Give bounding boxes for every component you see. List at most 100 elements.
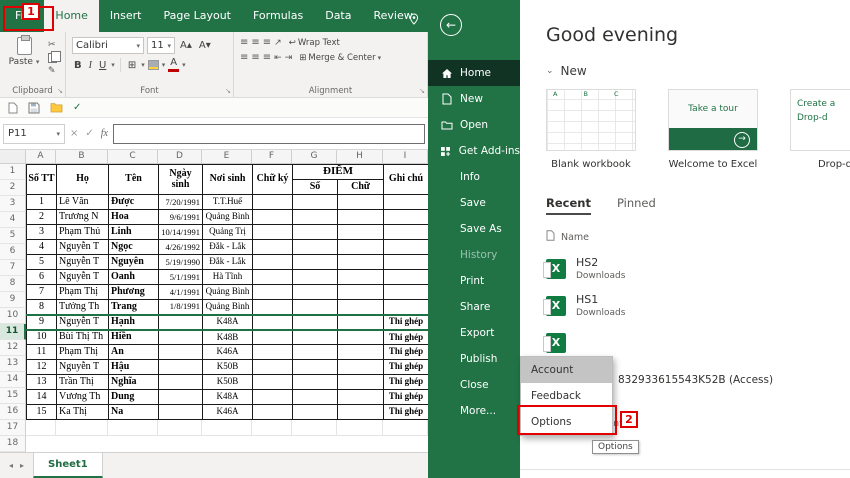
cell[interactable]: 2	[27, 210, 57, 225]
cell[interactable]	[337, 420, 383, 436]
cell[interactable]: Ngọc	[109, 240, 159, 255]
cell[interactable]: 1/8/1991	[159, 300, 203, 315]
backstage-nav-history[interactable]: History	[428, 242, 520, 268]
cell[interactable]: Hiền	[109, 330, 159, 345]
font-name-select[interactable]: Calibri▾	[72, 37, 144, 54]
cell[interactable]: Thi ghép	[384, 315, 428, 330]
cell[interactable]: Na	[109, 405, 159, 420]
cell[interactable]	[338, 225, 384, 240]
chevron-down-icon[interactable]: ▾	[111, 61, 115, 69]
cell[interactable]: 7/20/1991	[159, 195, 203, 210]
column-header-I[interactable]: I	[383, 150, 428, 163]
cell[interactable]: 3	[27, 225, 57, 240]
cell[interactable]: Oanh	[109, 270, 159, 285]
bold-button[interactable]: B	[72, 60, 84, 71]
cut-icon[interactable]: ✂	[48, 40, 57, 50]
align-middle-icon[interactable]: ≡	[251, 37, 259, 48]
cell[interactable]: Nguyễn T	[57, 360, 109, 375]
cell[interactable]: Hà Tĩnh	[203, 270, 253, 285]
sheet-tab-sheet1[interactable]: Sheet1	[33, 453, 103, 478]
row-header-13[interactable]: 13	[0, 356, 26, 372]
align-top-icon[interactable]: ≡	[240, 37, 248, 48]
row-header-12[interactable]: 12	[0, 340, 26, 356]
cell[interactable]	[384, 240, 428, 255]
cell[interactable]	[384, 210, 428, 225]
column-header-E[interactable]: E	[202, 150, 252, 163]
cell[interactable]: Nguyễn T	[57, 315, 109, 330]
cell[interactable]: 8	[27, 300, 57, 315]
chevron-down-icon[interactable]: ▾	[141, 61, 145, 69]
cell[interactable]: Thi ghép	[384, 360, 428, 375]
cell[interactable]: Hoa	[109, 210, 159, 225]
cell[interactable]: Hậu	[109, 360, 159, 375]
cell[interactable]	[253, 210, 293, 225]
cell[interactable]	[384, 195, 428, 210]
cell[interactable]: Nguyễn T	[57, 270, 109, 285]
cell[interactable]: 10/14/1991	[159, 225, 203, 240]
cell[interactable]: Dung	[109, 390, 159, 405]
cell[interactable]	[338, 285, 384, 300]
cell[interactable]	[159, 405, 203, 420]
row-header-5[interactable]: 5	[0, 228, 26, 244]
formula-input[interactable]	[113, 124, 425, 144]
cell[interactable]: Đắk - Lắk	[203, 255, 253, 270]
cell[interactable]: Lê Văn	[57, 195, 109, 210]
cell[interactable]	[159, 360, 203, 375]
cell[interactable]	[253, 360, 293, 375]
cell[interactable]: Thi ghép	[384, 390, 428, 405]
row-header-10[interactable]: 10	[0, 308, 26, 324]
cell[interactable]: K46A	[203, 345, 253, 360]
cell[interactable]	[56, 420, 108, 436]
cell[interactable]	[338, 270, 384, 285]
template-card-blank-workbook[interactable]: A B CBlank workbook	[546, 89, 636, 170]
cell[interactable]	[338, 195, 384, 210]
chevron-down-icon[interactable]: ▾	[182, 61, 186, 69]
cell[interactable]: Thi ghép	[384, 330, 428, 345]
row-header-2[interactable]: 2	[0, 180, 26, 196]
tab-page-layout[interactable]: Page Layout	[152, 0, 242, 32]
tab-formulas[interactable]: Formulas	[242, 0, 314, 32]
cell[interactable]	[108, 420, 158, 436]
orientation-icon[interactable]: ↗	[274, 38, 282, 48]
cell[interactable]: Nguyễn T	[57, 255, 109, 270]
cell[interactable]	[338, 255, 384, 270]
cell[interactable]	[253, 270, 293, 285]
new-section-header[interactable]: ⌄ New	[546, 64, 850, 78]
cell[interactable]: K50B	[203, 360, 253, 375]
backstage-nav-publish[interactable]: Publish	[428, 346, 520, 372]
row-header-9[interactable]: 9	[0, 292, 26, 308]
backstage-nav-new[interactable]: New	[428, 86, 520, 112]
dialog-launcher-icon[interactable]: ↘	[225, 87, 231, 95]
cell[interactable]	[293, 300, 338, 315]
cell[interactable]: Phạm Thị	[57, 345, 109, 360]
backstage-nav-save-as[interactable]: Save As	[428, 216, 520, 242]
column-header-F[interactable]: F	[252, 150, 292, 163]
row-header-4[interactable]: 4	[0, 212, 26, 228]
merge-center-button[interactable]: ⊞ Merge & Center ▾	[299, 53, 381, 63]
borders-icon[interactable]: ⊞	[126, 60, 138, 71]
cell[interactable]: 9	[27, 315, 57, 330]
column-header-G[interactable]: G	[292, 150, 337, 163]
cell[interactable]	[158, 420, 202, 436]
cell[interactable]	[338, 240, 384, 255]
cell[interactable]	[253, 255, 293, 270]
cell[interactable]	[293, 225, 338, 240]
cell[interactable]: Hạnh	[109, 315, 159, 330]
row-header-8[interactable]: 8	[0, 276, 26, 292]
cell[interactable]	[384, 255, 428, 270]
cell[interactable]: K46A	[203, 405, 253, 420]
cell[interactable]	[253, 285, 293, 300]
cell[interactable]	[384, 300, 428, 315]
cell[interactable]	[338, 390, 384, 405]
recent-file-row[interactable]: XHS2Downloads	[520, 250, 850, 287]
cell[interactable]	[293, 345, 338, 360]
align-center-icon[interactable]: ≡	[251, 52, 259, 63]
cell[interactable]: Thi ghép	[384, 345, 428, 360]
cell[interactable]: 4/26/1992	[159, 240, 203, 255]
cell[interactable]: Quảng Bình	[203, 300, 253, 315]
enter-icon[interactable]: ✓	[85, 128, 93, 139]
cell[interactable]	[159, 330, 203, 345]
cell[interactable]	[26, 420, 56, 436]
grow-font-button[interactable]: A▴	[178, 40, 194, 51]
cell[interactable]	[338, 405, 384, 420]
